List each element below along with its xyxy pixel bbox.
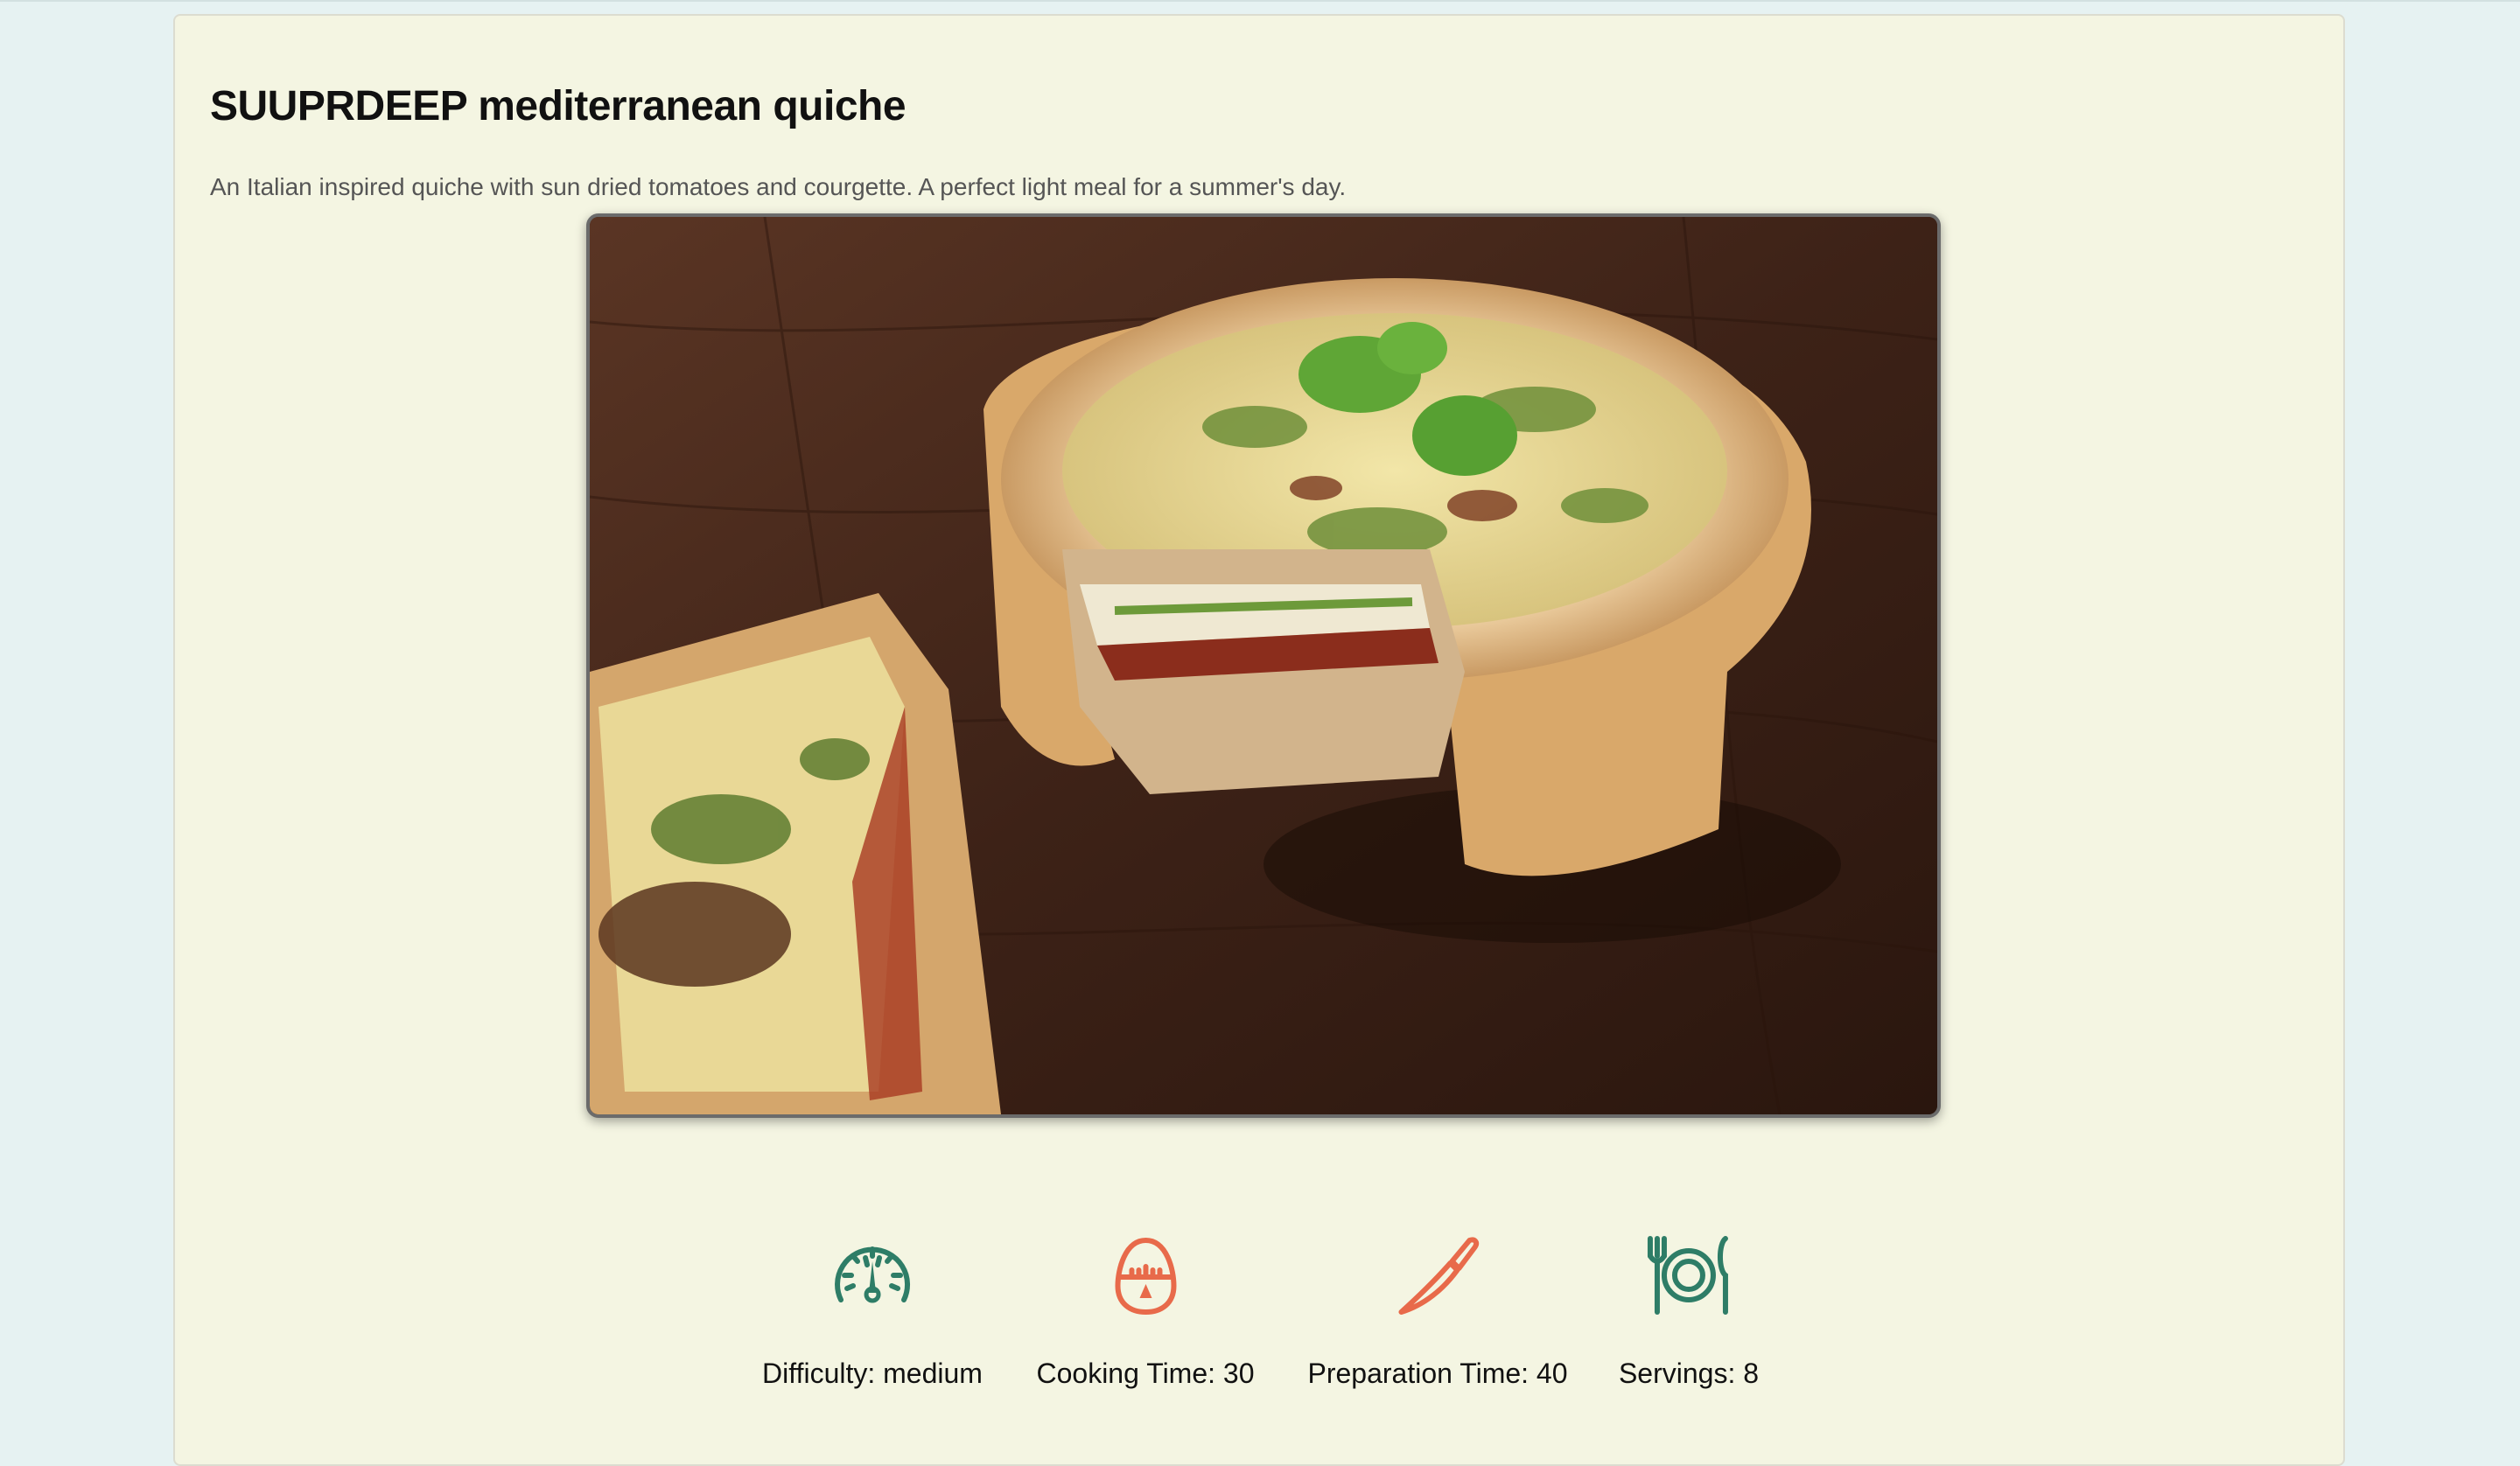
recipe-image (586, 213, 1941, 1118)
servings-label: Servings: 8 (1618, 1358, 1760, 1389)
difficulty-label: Difficulty: medium (762, 1358, 983, 1389)
stat-servings: Servings: 8 (1619, 1232, 1759, 1390)
recipe-title: SUUPRDEEP mediterranean quiche (210, 83, 906, 129)
stat-difficulty: Difficulty: medium (762, 1232, 983, 1390)
recipe-stats: Difficulty: medium Cooking Time: 30 Prep… (175, 1232, 2343, 1433)
plate-cutlery-icon (1647, 1236, 1728, 1315)
cooking-time-label: Cooking Time: 30 (1036, 1358, 1255, 1389)
egg-timer-icon (1114, 1237, 1176, 1316)
speedometer-icon (835, 1246, 910, 1303)
recipe-description: An Italian inspired quiche with sun drie… (210, 173, 1347, 200)
top-border (0, 0, 2520, 2)
recipe-card: SUUPRDEEP mediterranean quiche An Italia… (173, 14, 2345, 1466)
stat-cooking-time: Cooking Time: 30 (1036, 1232, 1255, 1390)
quiche-photo (590, 217, 1937, 1114)
stat-preparation-time: Preparation Time: 40 (1307, 1232, 1568, 1390)
knife-icon (1397, 1237, 1479, 1315)
preparation-time-label: Preparation Time: 40 (1307, 1358, 1568, 1389)
